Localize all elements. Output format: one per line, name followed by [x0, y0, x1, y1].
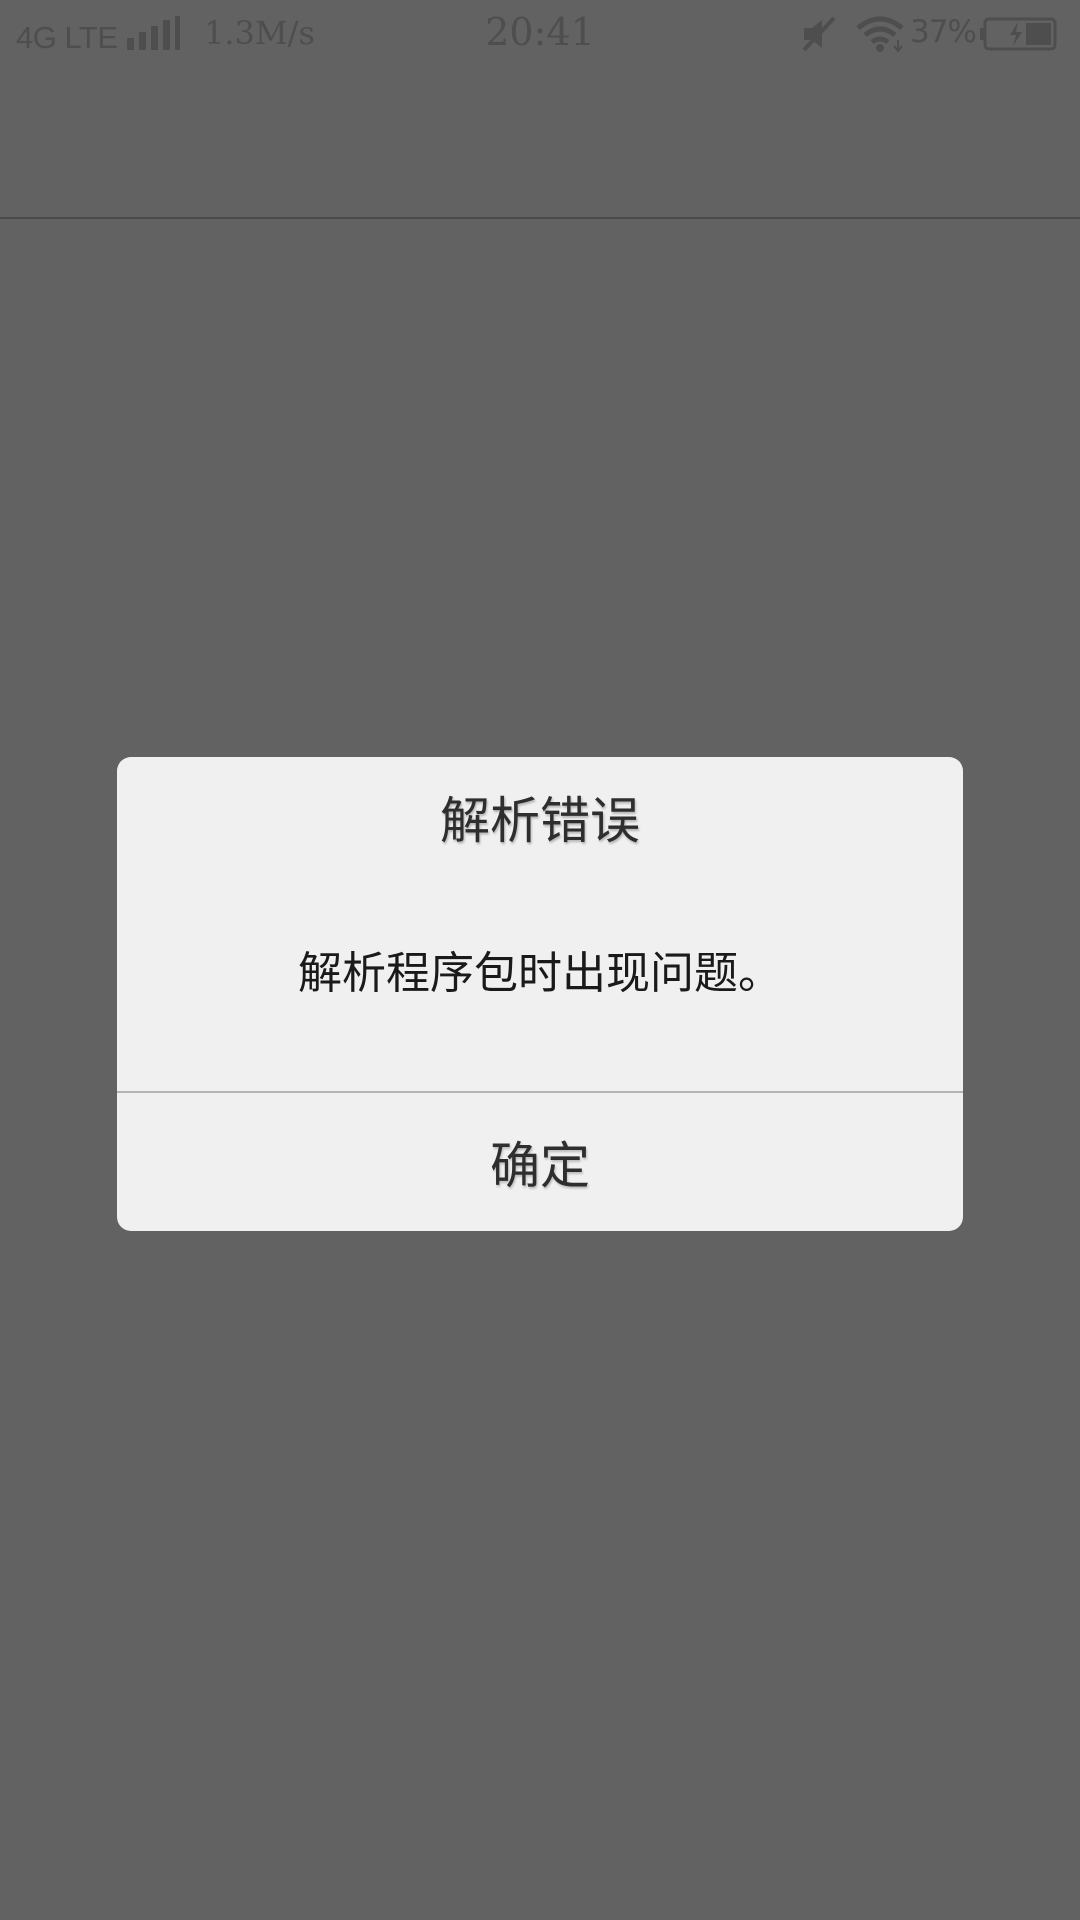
dialog-title: 解析错误: [440, 792, 640, 850]
wifi-icon: [856, 16, 904, 53]
mute-icon: [802, 16, 836, 52]
battery-charging-icon: [980, 17, 1057, 51]
dialog-message: 解析程序包时出现问题。: [298, 948, 782, 999]
status-bar: 4G LTE 1.3M/s 20:41 37%: [0, 0, 1080, 68]
confirm-button[interactable]: 确定: [117, 1093, 963, 1231]
app-bar: [0, 68, 1080, 219]
battery-percent: 37%: [910, 14, 977, 50]
error-dialog: 解析错误 解析程序包时出现问题。 确定: [117, 757, 963, 1231]
